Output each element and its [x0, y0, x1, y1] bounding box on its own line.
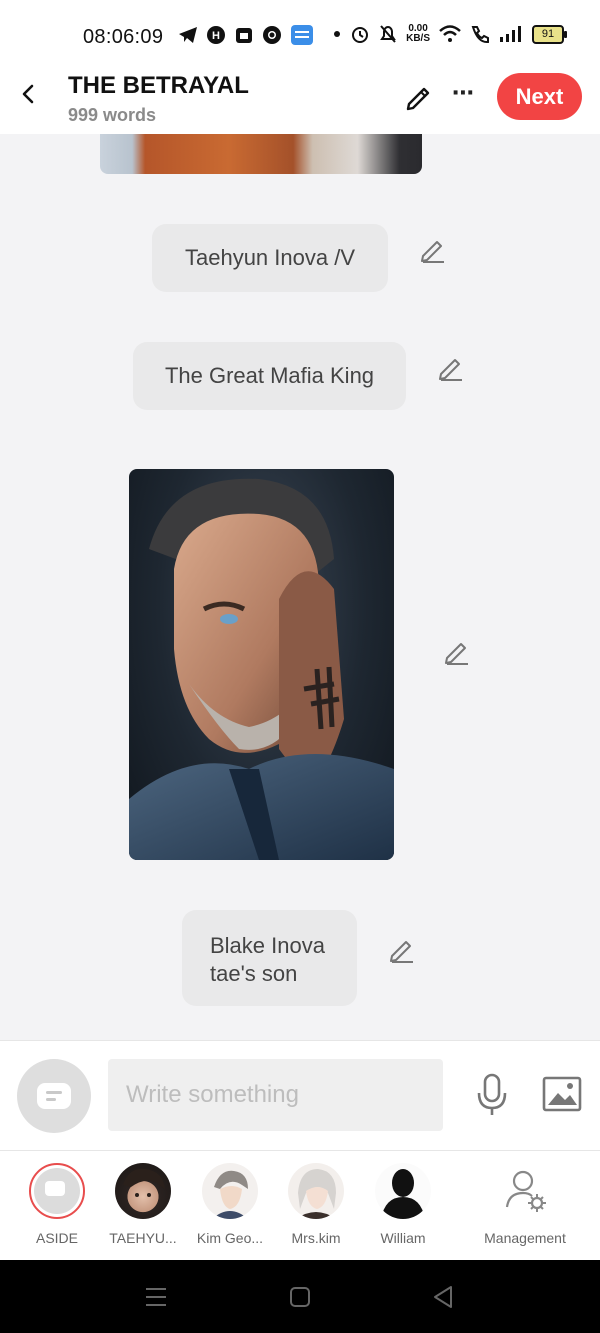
character-label: TAEHYU...	[109, 1230, 177, 1246]
app-gift-icon	[236, 28, 252, 43]
call-icon	[471, 26, 489, 44]
character-kim-geo[interactable]: Kim Geo...	[180, 1163, 280, 1246]
wifi-icon	[439, 25, 461, 42]
management-icon	[497, 1163, 553, 1219]
battery-icon: 91	[532, 24, 567, 44]
message-bubble[interactable]: Taehyun Inova /V	[152, 224, 388, 292]
character-label: ASIDE	[35, 1230, 78, 1246]
edit-message-icon[interactable]	[420, 237, 446, 263]
edit-message-icon[interactable]	[444, 639, 470, 665]
back-arrow-icon[interactable]	[14, 80, 42, 108]
back-icon[interactable]	[432, 1285, 454, 1309]
message-input[interactable]: Write something	[108, 1059, 443, 1131]
character-taehyun[interactable]: TAEHYU...	[93, 1163, 193, 1246]
portrait-illustration	[129, 478, 394, 860]
system-navigation-bar	[0, 1260, 600, 1333]
avatar	[375, 1163, 431, 1219]
bell-muted-icon	[380, 25, 396, 43]
avatar	[115, 1163, 171, 1219]
character-bar: ASIDE TAEHYU... Kim Geo... Mrs.kim Willi…	[0, 1150, 600, 1261]
notification-icons: H	[178, 24, 314, 46]
character-management[interactable]: Management	[475, 1163, 575, 1246]
alarm-icon	[352, 27, 369, 43]
microphone-icon[interactable]	[474, 1073, 510, 1117]
status-time: 08:06:09	[83, 26, 164, 48]
svg-text:H: H	[212, 30, 220, 42]
story-header: THE BETRAYAL 999 words ⋯ Next	[0, 72, 600, 134]
character-label: Kim Geo...	[196, 1230, 264, 1246]
character-label: Mrs.kim	[291, 1230, 341, 1246]
more-options-icon[interactable]: ⋯	[452, 80, 475, 106]
network-speed: 0.00 KB/S	[406, 23, 430, 44]
input-bar: Write something	[0, 1040, 600, 1151]
next-button[interactable]: Next	[497, 73, 582, 120]
chat-content[interactable]: Taehyun Inova /V The Great Mafia King Bl…	[0, 134, 600, 1040]
dot-icon	[334, 31, 341, 37]
word-count: 999 words	[68, 105, 157, 125]
status-bar: 08:06:09 H 0.00 KB/S 91	[0, 0, 600, 72]
system-icons: 0.00 KB/S 91	[333, 23, 567, 44]
chrome-icon	[263, 26, 281, 44]
app-h-icon: H	[207, 26, 225, 44]
character-label: Management	[484, 1230, 566, 1246]
avatar	[202, 1163, 258, 1219]
character-aside[interactable]: ASIDE	[7, 1163, 107, 1246]
edit-title-icon[interactable]	[404, 82, 434, 112]
portrait-image[interactable]	[129, 469, 394, 860]
aside-icon	[29, 1163, 85, 1219]
edit-message-icon[interactable]	[389, 937, 415, 963]
home-icon[interactable]	[289, 1286, 311, 1308]
message-bubble[interactable]: The Great Mafia King	[133, 342, 406, 410]
character-label: William	[380, 1230, 426, 1246]
signal-icon	[500, 26, 521, 42]
message-bubble[interactable]: Blake Inova tae's son	[182, 910, 357, 1006]
edit-message-icon[interactable]	[438, 355, 464, 381]
character-william[interactable]: William	[353, 1163, 453, 1246]
telegram-icon	[179, 27, 197, 43]
image-upload-icon[interactable]	[542, 1076, 582, 1112]
aside-toggle-button[interactable]	[17, 1059, 91, 1133]
character-mrs-kim[interactable]: Mrs.kim	[266, 1163, 366, 1246]
story-title: THE BETRAYAL	[68, 72, 249, 99]
noveltoon-icon	[291, 25, 313, 45]
avatar	[288, 1163, 344, 1219]
previous-image[interactable]	[100, 134, 422, 174]
menu-icon[interactable]	[145, 1286, 167, 1308]
chat-bubble-icon	[37, 1083, 71, 1109]
